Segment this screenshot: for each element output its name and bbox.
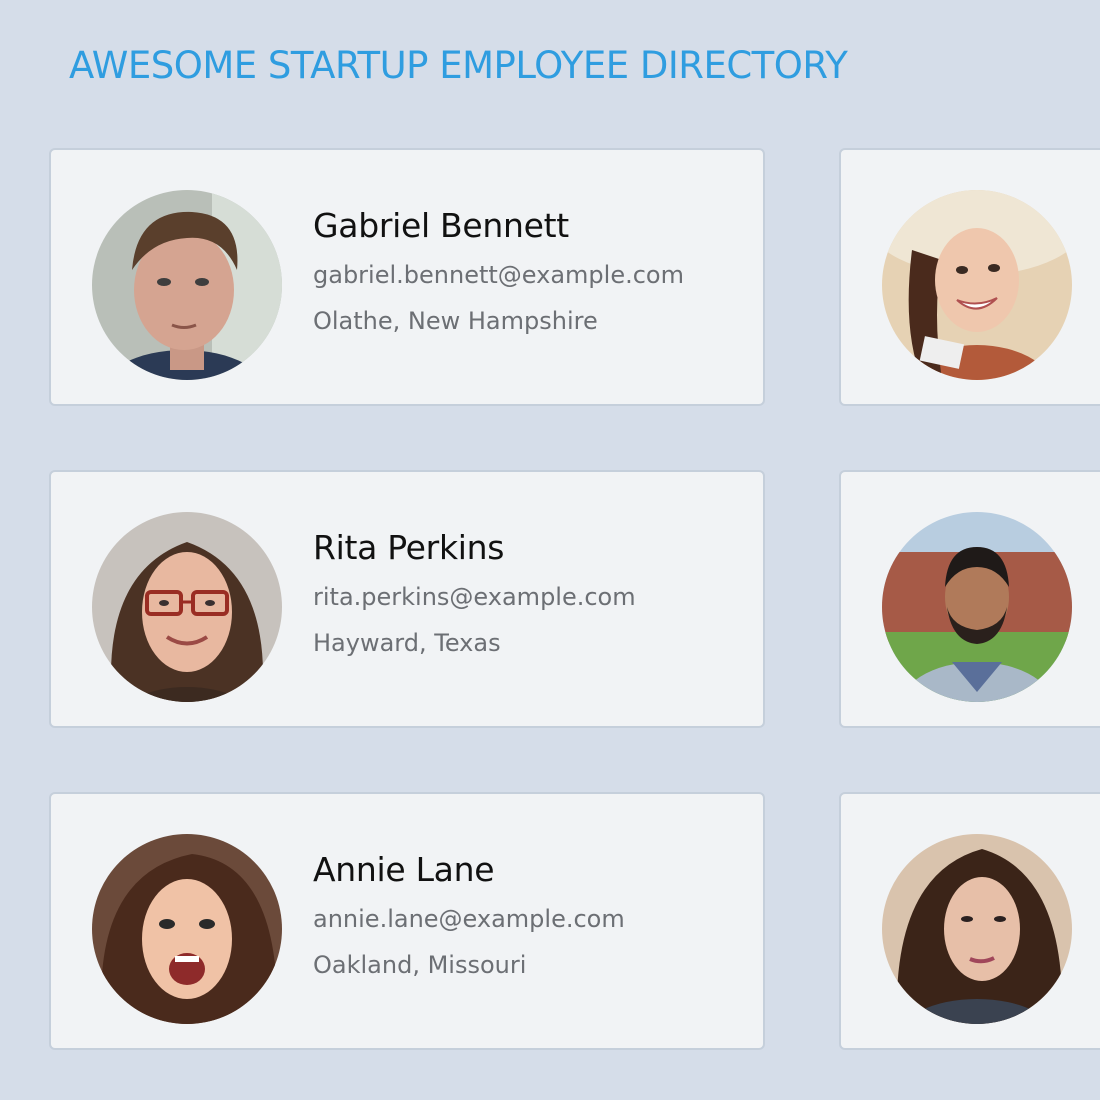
- employee-card[interactable]: Annie Lane annie.lane@example.com Oaklan…: [49, 792, 765, 1050]
- woman-surprised-brown-hair-photo: [92, 834, 282, 1024]
- page-title: AWESOME STARTUP EMPLOYEE DIRECTORY: [69, 44, 848, 87]
- employee-email: rita.perkins@example.com: [313, 583, 636, 611]
- employee-card[interactable]: [839, 470, 1100, 728]
- employee-card[interactable]: [839, 148, 1100, 406]
- woman-long-hair-selfie-photo: [882, 834, 1072, 1024]
- employee-location: Olathe, New Hampshire: [313, 307, 598, 335]
- man-beard-outdoor-building-photo: [882, 512, 1072, 702]
- employee-location: Hayward, Texas: [313, 629, 501, 657]
- employee-location: Oakland, Missouri: [313, 951, 527, 979]
- man-short-brown-hair-photo: [92, 190, 282, 380]
- employee-name: Annie Lane: [313, 850, 495, 889]
- employee-info: Rita Perkins rita.perkins@example.com Ha…: [313, 528, 636, 666]
- employee-card[interactable]: Gabriel Bennett gabriel.bennett@example.…: [49, 148, 765, 406]
- employee-avatar: [882, 512, 1072, 702]
- employee-info: Annie Lane annie.lane@example.com Oaklan…: [313, 850, 625, 988]
- employee-avatar: [92, 834, 282, 1024]
- employee-card[interactable]: [839, 792, 1100, 1050]
- employee-directory-page: AWESOME STARTUP EMPLOYEE DIRECTORY Gabri…: [0, 0, 1100, 1100]
- employee-avatar: [882, 190, 1072, 380]
- employee-avatar: [92, 190, 282, 380]
- woman-glasses-long-hair-photo: [92, 512, 282, 702]
- employee-avatar: [92, 512, 282, 702]
- employee-name: Rita Perkins: [313, 528, 505, 567]
- employee-info: Gabriel Bennett gabriel.bennett@example.…: [313, 206, 684, 344]
- employee-name: Gabriel Bennett: [313, 206, 569, 245]
- woman-sun-hat-smiling-photo: [882, 190, 1072, 380]
- employee-avatar: [882, 834, 1072, 1024]
- employee-email: annie.lane@example.com: [313, 905, 625, 933]
- employee-email: gabriel.bennett@example.com: [313, 261, 684, 289]
- employee-card[interactable]: Rita Perkins rita.perkins@example.com Ha…: [49, 470, 765, 728]
